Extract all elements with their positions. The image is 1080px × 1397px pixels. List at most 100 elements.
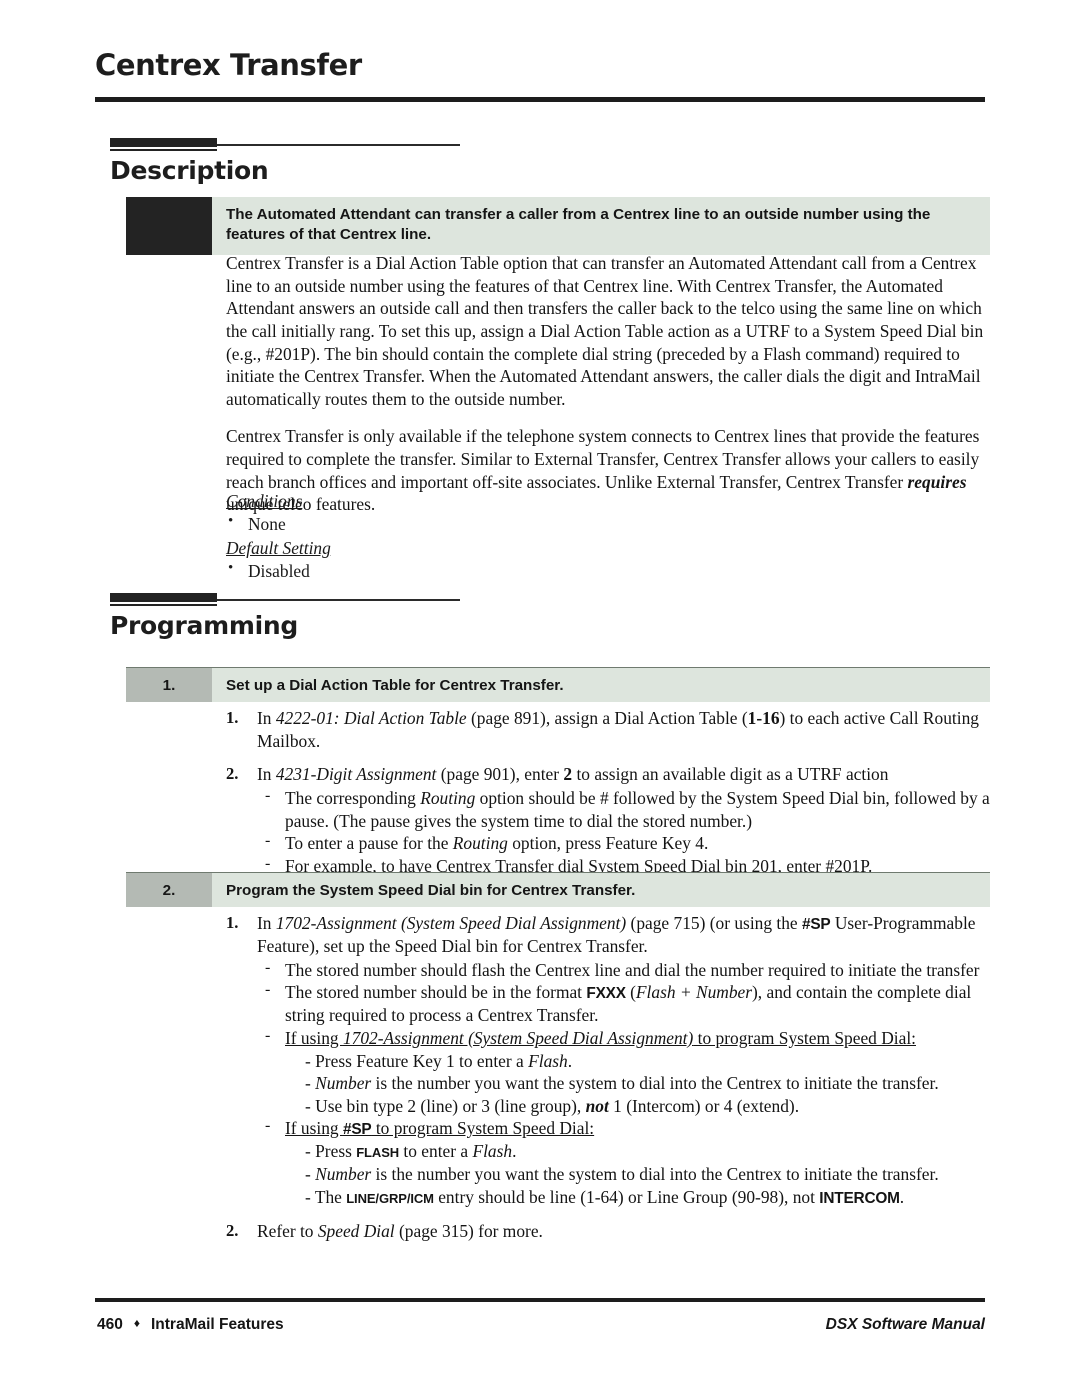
dash-item: - If using 1702-Assignment (System Speed…	[257, 1027, 990, 1118]
text-italic: Flash + Number	[635, 982, 753, 1003]
sub-line: - Number is the number you want the syst…	[305, 1163, 990, 1186]
programming-section-heading: Programming	[110, 593, 990, 640]
footer-section-label: IntraMail Features	[151, 1316, 284, 1333]
text-part: (page 901), enter	[436, 764, 564, 785]
callout-text: The Automated Attendant can transfer a c…	[226, 206, 931, 244]
footer-left: 460 ♦ IntraMail Features	[97, 1316, 284, 1334]
diamond-icon: ♦	[133, 1316, 140, 1330]
text-part: - Press Feature Key 1 to enter a	[305, 1050, 529, 1071]
text-part: (	[625, 982, 636, 1003]
dash-item: - The stored number should flash the Cen…	[257, 959, 990, 982]
default-setting-value: Disabled	[226, 559, 726, 583]
document-page: Centrex Transfer Description The Automat…	[0, 0, 1080, 1397]
text-bold-italic: not	[585, 1095, 609, 1116]
text-bold: 2	[563, 764, 573, 785]
programming-heading: Programming	[110, 611, 298, 640]
text-italic: Routing	[420, 787, 476, 808]
step-2-list: 1. In 1702-Assignment (System Speed Dial…	[226, 912, 990, 1242]
reference-italic: 1702-Assignment (System Speed Dial Assig…	[342, 1027, 694, 1048]
text-part: (page 315) for more.	[394, 1220, 543, 1241]
list-item-number: 2.	[226, 1220, 239, 1240]
dash-list: - The stored number should flash the Cen…	[257, 959, 990, 1209]
group-1-header: If using 1702-Assignment (System Speed D…	[285, 1028, 916, 1048]
step-2-number: 2.	[126, 873, 212, 907]
dash-item: - To enter a pause for the Routing optio…	[257, 832, 990, 855]
sub-line: - Press Feature Key 1 to enter a Flash.	[305, 1050, 990, 1073]
section-rule-description	[110, 138, 990, 151]
text-part: In	[257, 764, 276, 785]
list-item-number: 1.	[226, 708, 239, 727]
text-part: .	[899, 1186, 905, 1207]
list-item-text: In 4222-01: Dial Action Table (page 891)…	[257, 708, 979, 751]
text-part: To enter a pause for the	[285, 833, 453, 854]
list-item: 1. In 1702-Assignment (System Speed Dial…	[226, 912, 990, 1209]
text-part: If using	[285, 1027, 343, 1048]
text-part: Refer to	[257, 1220, 318, 1241]
text-part: is the number you want the system to dia…	[371, 1164, 939, 1185]
group-2-lines: - Press FLASH to enter a Flash. - Number…	[285, 1140, 990, 1208]
text-part: to assign an available digit as a UTRF a…	[572, 764, 889, 785]
reference-italic: 1702-Assignment (System Speed Dial Assig…	[275, 913, 627, 933]
key-label: FLASH	[356, 1145, 400, 1161]
dash-item-text: To enter a pause for the Routing option,…	[285, 833, 708, 853]
text-part: to program System Speed Dial:	[371, 1118, 595, 1139]
footer-rule	[95, 1298, 985, 1302]
group-2-header: If using #SP to program System Speed Dia…	[285, 1118, 594, 1138]
text-part: -	[305, 1164, 316, 1185]
paragraph2-emphasis: requires	[907, 471, 967, 492]
key-label: LINE/GRP/ICM	[346, 1190, 434, 1206]
list-item-number: 2.	[226, 764, 239, 784]
footer-manual-title: DSX Software Manual	[825, 1316, 985, 1333]
description-section-heading: Description	[110, 138, 990, 185]
dash-item-text: The corresponding Routing option should …	[285, 788, 990, 831]
dash-marker: -	[265, 1117, 271, 1135]
section-rule-underline	[110, 149, 217, 151]
title-rule	[95, 97, 985, 102]
dash-marker: -	[265, 1026, 271, 1044]
list-item-text: Refer to Speed Dial (page 315) for more.	[257, 1221, 543, 1241]
text-part: option, press Feature Key 4.	[507, 833, 709, 854]
section-rule-underline	[110, 604, 217, 606]
sub-line: - Use bin type 2 (line) or 3 (line group…	[305, 1095, 990, 1118]
list-item: 1. In 4222-01: Dial Action Table (page 8…	[226, 707, 990, 752]
section-rule-thick	[110, 593, 217, 602]
dash-list: - The corresponding Routing option shoul…	[257, 787, 990, 878]
step-1-banner: 1. Set up a Dial Action Table for Centre…	[126, 667, 990, 702]
footer-page-number: 460	[97, 1316, 123, 1333]
sub-line: - The LINE/GRP/ICM entry should be line …	[305, 1186, 990, 1209]
text-part: .	[567, 1050, 573, 1071]
dash-marker: -	[265, 981, 271, 999]
step-2-title: Program the System Speed Dial bin for Ce…	[226, 881, 636, 899]
dash-marker: -	[265, 786, 271, 804]
text-bold: 1-16	[747, 708, 780, 728]
text-italic: Number	[315, 1164, 372, 1185]
text-italic: Number	[315, 1073, 372, 1094]
text-italic: Routing	[452, 833, 508, 854]
text-part: (page 891), assign a Dial Action Table (	[466, 708, 748, 728]
default-setting-block: Default Setting Disabled	[226, 537, 726, 582]
key-label: FXXX	[586, 985, 626, 1003]
description-heading: Description	[110, 156, 269, 185]
dash-item: - If using #SP to program System Speed D…	[257, 1117, 990, 1208]
step-1-title: Set up a Dial Action Table for Centrex T…	[226, 676, 564, 694]
reference-italic: 4222-01: Dial Action Table	[275, 708, 467, 728]
section-rule-thick	[110, 138, 217, 147]
text-part: - Press	[305, 1141, 357, 1162]
section-rule-thin	[217, 144, 460, 146]
description-paragraph-1: Centrex Transfer is a Dial Action Table …	[226, 253, 984, 409]
group-1-lines: - Press Feature Key 1 to enter a Flash. …	[285, 1050, 990, 1118]
text-part: In	[257, 913, 276, 933]
text-part: is the number you want the system to dia…	[371, 1073, 939, 1094]
sub-line: - Number is the number you want the syst…	[305, 1072, 990, 1095]
text-part: to program System Speed Dial:	[693, 1027, 916, 1048]
key-label: INTERCOM	[819, 1189, 900, 1207]
list-item-text: In 1702-Assignment (System Speed Dial As…	[257, 913, 976, 956]
dash-item: - The stored number should be in the for…	[257, 981, 990, 1027]
text-part: entry should be line (1-64) or Line Grou…	[433, 1186, 820, 1207]
callout-swatch	[126, 197, 212, 256]
dash-marker: -	[265, 832, 271, 850]
text-part: to enter a	[399, 1141, 473, 1162]
text-part: .	[512, 1141, 517, 1162]
dash-item-text: The stored number should flash the Centr…	[285, 959, 980, 980]
section-rule-programming	[110, 593, 990, 606]
